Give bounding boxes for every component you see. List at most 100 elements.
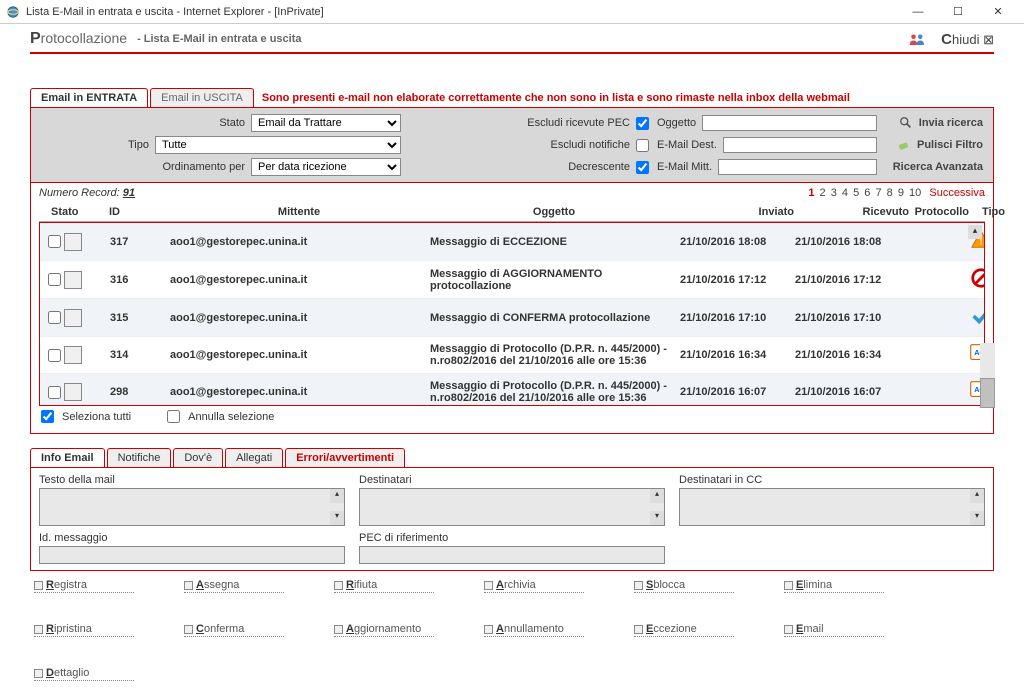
square-icon [334, 625, 343, 634]
email-mitt-input[interactable] [718, 159, 877, 175]
table-row[interactable]: 315aoo1@gestorepec.unina.itMessaggio di … [40, 299, 984, 337]
action-archivia[interactable]: Archivia [484, 579, 584, 593]
page-7[interactable]: 7 [875, 187, 881, 199]
action-conferma[interactable]: Conferma [184, 623, 284, 637]
dtab-allegati[interactable]: Allegati [225, 448, 283, 467]
row-tipo-icon [970, 305, 985, 330]
dtab-dove[interactable]: Dov'è [173, 448, 223, 467]
ord-select[interactable]: Per data ricezione [251, 158, 401, 176]
oggetto-input[interactable] [702, 115, 877, 131]
oggetto-label: Oggetto [657, 117, 696, 129]
ricerca-avanzata-button[interactable]: Ricerca Avanzata [885, 161, 983, 173]
row-check[interactable] [48, 273, 61, 286]
page-1[interactable]: 1 [808, 187, 814, 199]
idmsg-input[interactable] [39, 546, 345, 564]
dtab-info[interactable]: Info Email [30, 448, 105, 467]
vertical-scrollbar[interactable] [980, 343, 995, 401]
stato-select[interactable]: Email da Trattare [251, 114, 401, 132]
table-row[interactable]: 314aoo1@gestorepec.unina.itMessaggio di … [40, 337, 984, 374]
col-mittente: Mittente [169, 206, 429, 218]
row-oggetto: Messaggio di ECCEZIONE [430, 236, 680, 248]
row-inviato: 21/10/2016 17:12 [680, 274, 795, 286]
ord-label: Ordinamento per [162, 161, 245, 173]
email-dest-label: E-Mail Dest. [657, 139, 717, 151]
page-6[interactable]: 6 [864, 187, 870, 199]
row-id: 316 [110, 274, 170, 286]
destcc-textarea[interactable]: ▴▾ [679, 488, 985, 526]
close-button[interactable]: Chiudi ⊠ [941, 31, 994, 48]
row-status-box[interactable] [64, 233, 82, 251]
row-id: 314 [110, 349, 170, 361]
escludi-notif-label: Escludi notifiche [551, 139, 631, 151]
selection-row: Seleziona tutti Annulla selezione [39, 406, 985, 427]
row-inviato: 21/10/2016 17:10 [680, 312, 795, 324]
testo-label: Testo della mail [39, 474, 345, 486]
row-check[interactable] [48, 235, 61, 248]
page-8[interactable]: 8 [887, 187, 893, 199]
pulisci-filtro-button[interactable]: Pulisci Filtro [885, 138, 983, 152]
action-sblocca[interactable]: Sblocca [634, 579, 734, 593]
action-dettaglio[interactable]: Dettaglio [34, 667, 134, 681]
pecrif-input[interactable] [359, 546, 665, 564]
square-icon [784, 581, 793, 590]
grid: Stato ID Mittente Oggetto Inviato Ricevu… [30, 203, 994, 434]
tab-email-entrata[interactable]: Email in ENTRATA [30, 88, 148, 107]
action-email[interactable]: Email [784, 623, 884, 637]
square-icon [334, 581, 343, 590]
row-check[interactable] [48, 349, 61, 362]
users-icon[interactable] [909, 32, 927, 46]
deselect-all-check[interactable] [167, 410, 180, 423]
row-status-box[interactable] [64, 346, 82, 364]
action-assegna[interactable]: Assegna [184, 579, 284, 593]
row-inviato: 21/10/2016 16:34 [680, 349, 795, 361]
dtab-notifiche[interactable]: Notifiche [107, 448, 172, 467]
row-status-box[interactable] [64, 309, 82, 327]
select-all-check[interactable] [41, 410, 54, 423]
escludi-pec-check[interactable] [636, 117, 649, 130]
scroll-up-button[interactable]: ▴ [968, 225, 982, 239]
table-row[interactable]: 298aoo1@gestorepec.unina.itMessaggio di … [40, 374, 984, 406]
col-ricevuto: Ricevuto [794, 206, 909, 218]
escludi-pec-label: Escludi ricevute PEC [527, 117, 630, 129]
action-ripristina[interactable]: Ripristina [34, 623, 134, 637]
page-2[interactable]: 2 [820, 187, 826, 199]
decrescente-label: Decrescente [568, 161, 630, 173]
page-10[interactable]: 10 [909, 187, 921, 199]
action-eccez[interactable]: Eccezione [634, 623, 734, 637]
window-minimize[interactable]: ― [898, 0, 938, 24]
square-icon [784, 625, 793, 634]
action-elimina[interactable]: Elimina [784, 579, 884, 593]
row-oggetto: Messaggio di Protocollo (D.P.R. n. 445/2… [430, 343, 680, 367]
row-oggetto: Messaggio di Protocollo (D.P.R. n. 445/2… [430, 380, 680, 404]
table-row[interactable]: 316aoo1@gestorepec.unina.itMessaggio di … [40, 261, 984, 299]
action-aggiorn[interactable]: Aggiornamento [334, 623, 434, 637]
page-4[interactable]: 4 [842, 187, 848, 199]
window-maximize[interactable]: ☐ [938, 0, 978, 24]
tipo-select[interactable]: Tutte [155, 136, 401, 154]
escludi-notif-check[interactable] [636, 139, 649, 152]
dtab-errori[interactable]: Errori/avvertimenti [285, 448, 405, 467]
row-inviato: 21/10/2016 18:08 [680, 236, 795, 248]
app-title: Protocollazione [30, 30, 127, 48]
page-next[interactable]: Successiva [929, 187, 985, 199]
row-check[interactable] [48, 311, 61, 324]
decrescente-check[interactable] [636, 161, 649, 174]
warning-banner: Sono presenti e-mail non elaborate corre… [256, 89, 994, 107]
dest-textarea[interactable]: ▴▾ [359, 488, 665, 526]
destcc-label: Destinatari in CC [679, 474, 985, 486]
email-dest-input[interactable] [723, 137, 877, 153]
row-status-box[interactable] [64, 383, 82, 401]
invia-ricerca-button[interactable]: Invia ricerca [885, 116, 983, 130]
action-annull[interactable]: Annullamento [484, 623, 584, 637]
page-3[interactable]: 3 [831, 187, 837, 199]
testo-textarea[interactable]: ▴▾ [39, 488, 345, 526]
table-row[interactable]: 317aoo1@gestorepec.unina.itMessaggio di … [40, 223, 984, 261]
tab-email-uscita[interactable]: Email in USCITA [150, 88, 254, 107]
window-close[interactable]: ✕ [978, 0, 1018, 24]
action-rifiuta[interactable]: Rifiuta [334, 579, 434, 593]
page-5[interactable]: 5 [853, 187, 859, 199]
page-9[interactable]: 9 [898, 187, 904, 199]
action-registra[interactable]: Registra [34, 579, 134, 593]
row-check[interactable] [48, 386, 61, 399]
row-status-box[interactable] [64, 271, 82, 289]
